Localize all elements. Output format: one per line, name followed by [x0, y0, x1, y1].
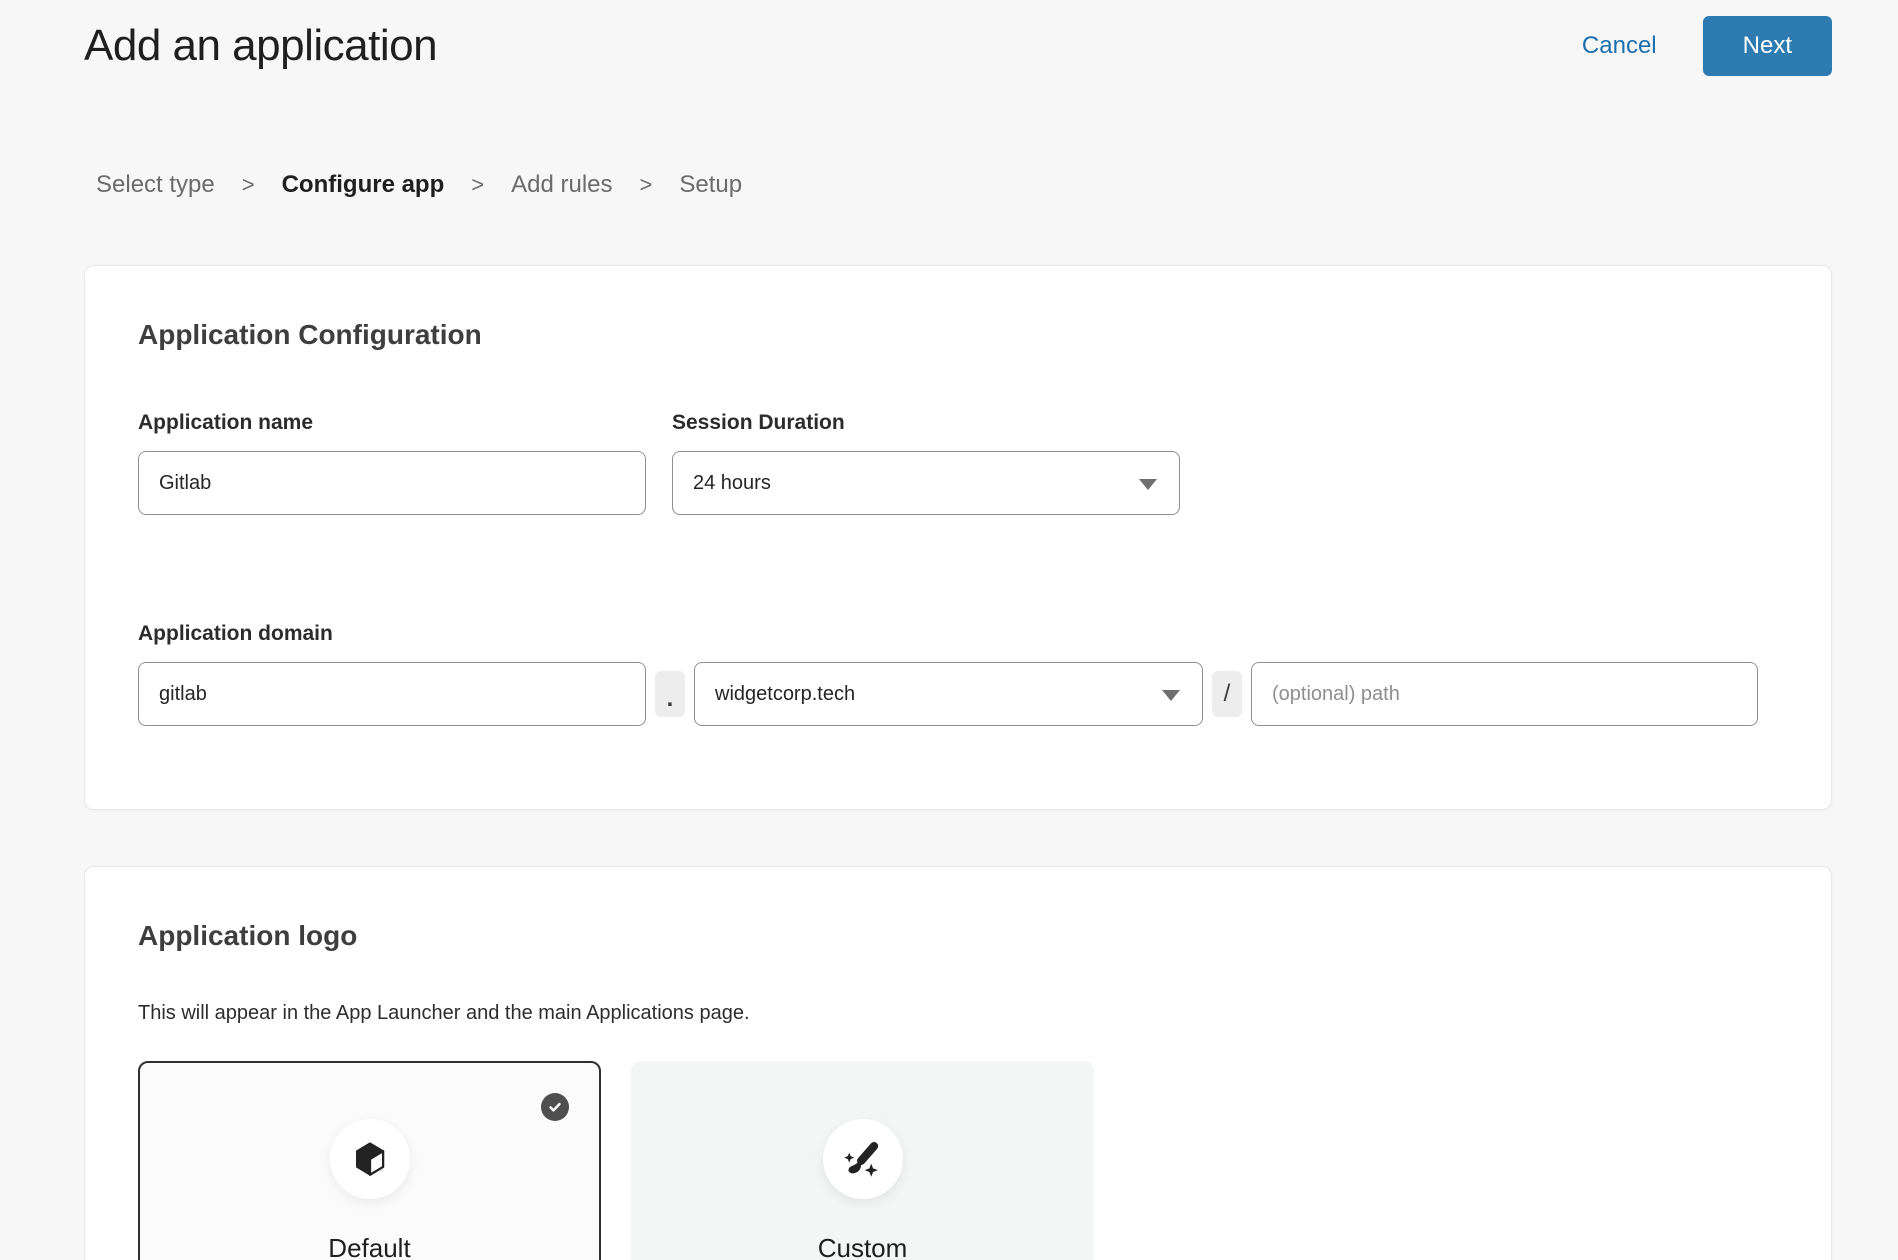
logo-option-label: Custom [633, 1233, 1092, 1260]
step-configure-app[interactable]: Configure app [282, 170, 445, 199]
step-select-type[interactable]: Select type [96, 170, 215, 199]
step-add-rules[interactable]: Add rules [511, 170, 612, 199]
slash-separator: / [1212, 671, 1242, 717]
path-input[interactable] [1251, 662, 1758, 726]
add-application-page: Add an application Cancel Next Select ty… [0, 0, 1898, 1260]
application-configuration-card: Application Configuration Application na… [84, 265, 1832, 810]
page-title: Add an application [84, 21, 1582, 71]
next-button[interactable]: Next [1703, 16, 1832, 76]
header-actions: Cancel Next [1582, 16, 1832, 76]
check-badge-icon [541, 1093, 569, 1121]
chevron-down-icon [1162, 690, 1180, 701]
session-duration-field-group: Session Duration 24 hours [672, 410, 1180, 515]
application-domain-label: Application domain [138, 621, 1778, 647]
cancel-button[interactable]: Cancel [1582, 32, 1657, 60]
application-name-label: Application name [138, 410, 646, 436]
session-duration-value: 24 hours [693, 472, 771, 495]
logo-option-custom[interactable]: Custom [631, 1061, 1094, 1260]
application-domain-row: . widgetcorp.tech / [138, 662, 1778, 726]
domain-select-value: widgetcorp.tech [715, 683, 855, 706]
step-separator-icon: > [640, 170, 653, 199]
application-logo-card: Application logo This will appear in the… [84, 866, 1832, 1260]
subdomain-input[interactable] [138, 662, 646, 726]
session-duration-label: Session Duration [672, 410, 1180, 436]
step-setup[interactable]: Setup [679, 170, 742, 199]
page-header: Add an application Cancel Next [84, 0, 1832, 76]
paintbrush-icon [823, 1119, 903, 1199]
domain-select[interactable]: widgetcorp.tech [694, 662, 1203, 726]
logo-options: Default Custom [138, 1061, 1778, 1260]
logo-card-title: Application logo [138, 919, 1778, 953]
cube-icon [330, 1119, 410, 1199]
dot-separator: . [655, 671, 685, 717]
session-duration-select[interactable]: 24 hours [672, 451, 1180, 515]
logo-option-default[interactable]: Default [138, 1061, 601, 1260]
application-name-input[interactable] [138, 451, 646, 515]
logo-card-description: This will appear in the App Launcher and… [138, 1001, 1778, 1025]
step-separator-icon: > [471, 170, 484, 199]
configuration-card-title: Application Configuration [138, 318, 1778, 352]
logo-option-label: Default [140, 1233, 599, 1260]
application-name-field-group: Application name [138, 410, 646, 515]
step-separator-icon: > [242, 170, 255, 199]
breadcrumb: Select type > Configure app > Add rules … [96, 170, 1832, 199]
chevron-down-icon [1139, 479, 1157, 490]
